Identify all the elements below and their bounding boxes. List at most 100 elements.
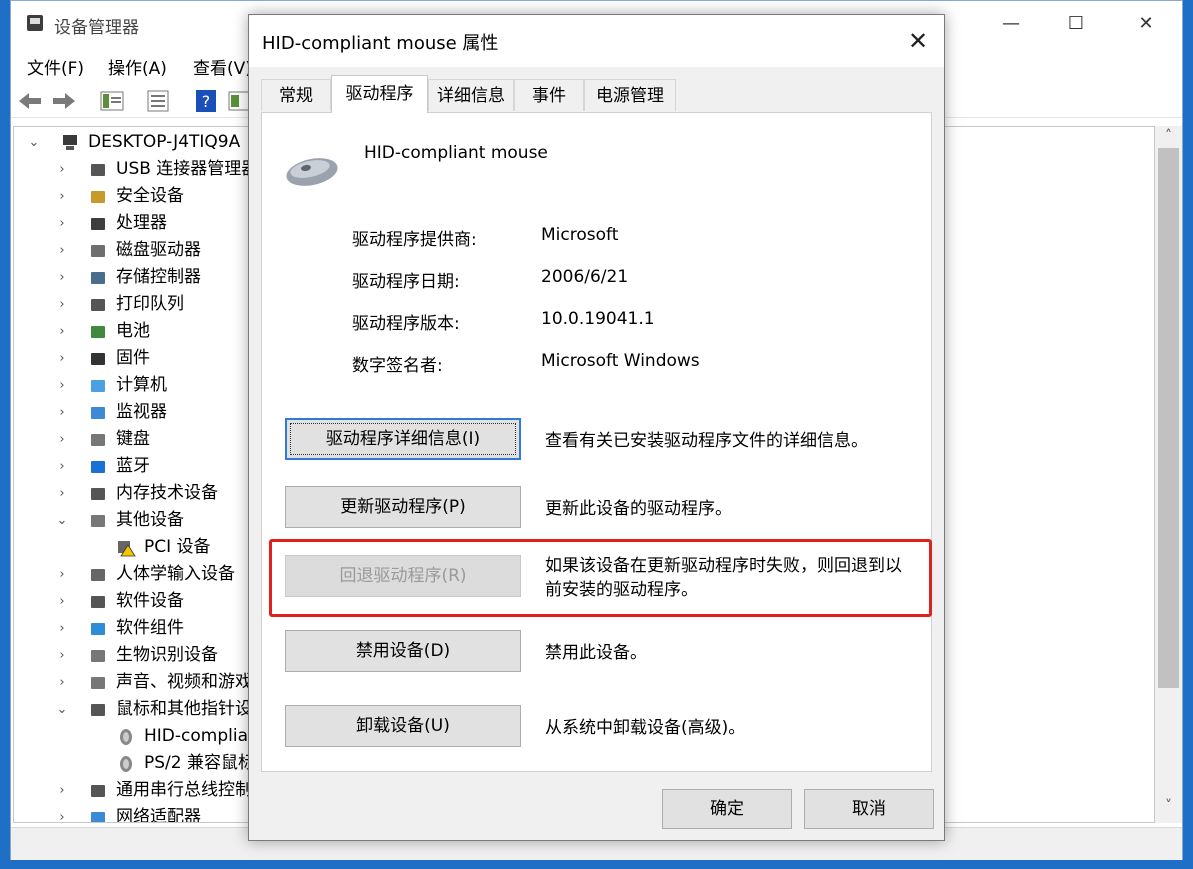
roll-back-driver-button[interactable]: 回退驱动程序(R) [285,555,521,597]
tree-item-label: 软件设备 [116,591,184,611]
chevron-right-icon[interactable]: › [54,804,70,822]
chevron-right-icon[interactable]: › [54,615,70,642]
tree-item-label: 磁盘驱动器 [116,240,201,260]
chevron-down-icon[interactable]: ⌄ [54,696,70,723]
device-category-icon [91,704,105,716]
tab-general[interactable]: 常规 [261,79,331,111]
driver-version-label: 驱动程序版本: [352,314,460,334]
device-category-icon [91,353,105,365]
chevron-right-icon[interactable]: › [54,480,70,507]
driver-date-label: 驱动程序日期: [352,272,460,292]
device-category-icon [91,812,105,822]
uninstall-device-button[interactable]: 卸载设备(U) [285,705,521,747]
driver-tab-panel: HID-compliant mouse 驱动程序提供商: Microsoft 驱… [261,112,932,772]
forward-arrow-icon[interactable] [51,89,77,113]
driver-date-value: 2006/6/21 [541,267,629,287]
tab-events[interactable]: 事件 [514,79,584,111]
svg-text:?: ? [202,92,211,111]
chevron-right-icon[interactable]: › [54,426,70,453]
chevron-right-icon[interactable]: › [54,237,70,264]
tree-item-label: PCI 设备 [144,537,211,557]
device-category-icon [91,380,105,392]
tree-item-label: 内存技术设备 [116,483,218,503]
driver-provider-label: 驱动程序提供商: [352,230,477,250]
chevron-right-icon[interactable]: › [54,561,70,588]
scroll-up-arrow[interactable]: ˄ [1155,128,1182,148]
tree-item-label: 打印队列 [116,294,184,314]
tree-item-label: 网络适配器 [116,807,201,823]
tab-power-management[interactable]: 电源管理 [584,79,676,111]
cancel-button[interactable]: 取消 [804,789,934,829]
maximize-button[interactable]: ☐ [1041,1,1111,47]
tree-item-label: 蓝牙 [116,456,150,476]
menu-view[interactable]: 查看(V) [193,54,252,79]
properties-icon[interactable] [145,89,171,113]
update-driver-button[interactable]: 更新驱动程序(P) [285,486,521,528]
device-category-icon [91,218,105,230]
chevron-right-icon[interactable]: › [54,669,70,696]
device-category-icon [91,191,105,203]
vertical-scrollbar[interactable]: ˄ ˅ [1155,126,1182,823]
device-category-icon [91,461,105,473]
tree-item-label: 键盘 [116,429,150,449]
chevron-right-icon[interactable]: › [54,318,70,345]
dialog-close-button[interactable]: ✕ [900,23,936,59]
tree-item-label: 安全设备 [116,186,184,206]
close-button[interactable]: ✕ [1111,1,1181,47]
chevron-right-icon[interactable]: › [54,777,70,804]
menu-file[interactable]: 文件(F) [27,54,84,79]
warning-icon [118,541,136,557]
tree-item-label: 鼠标和其他指针设备 [116,699,269,719]
device-category-icon [120,729,132,745]
chevron-down-icon[interactable]: ⌄ [54,507,70,534]
tree-item-label: 电池 [116,321,150,341]
computer-icon [63,135,77,150]
tree-item-label: 固件 [116,348,150,368]
scroll-thumb[interactable] [1158,148,1179,688]
device-category-icon [91,272,105,284]
chevron-right-icon[interactable]: › [54,588,70,615]
chevron-right-icon[interactable]: › [54,264,70,291]
chevron-right-icon[interactable]: › [54,345,70,372]
help-icon[interactable]: ? [193,89,219,113]
tree-item-label: USB 连接器管理器 [116,159,259,179]
menu-action[interactable]: 操作(A) [108,54,167,79]
tree-item-label: 人体学输入设备 [116,564,235,584]
chevron-right-icon[interactable]: › [54,642,70,669]
tree-item-label: 计算机 [116,375,167,395]
digital-signer-value: Microsoft Windows [541,351,700,371]
tree-item-label: 生物识别设备 [116,645,218,665]
scroll-down-arrow[interactable]: ˅ [1155,798,1182,818]
mouse-icon [286,158,338,186]
device-category-icon [120,756,132,772]
ok-button[interactable]: 确定 [662,789,792,829]
chevron-right-icon[interactable]: › [54,453,70,480]
back-arrow-icon[interactable] [17,89,43,113]
chevron-right-icon[interactable]: › [54,156,70,183]
device-category-icon [91,434,105,446]
driver-details-button[interactable]: 驱动程序详细信息(I) [285,418,521,460]
show-hide-tree-icon[interactable] [99,89,125,113]
tab-driver[interactable]: 驱动程序 [331,75,428,113]
tab-details[interactable]: 详细信息 [428,79,514,111]
tree-item-label: 监视器 [116,402,167,422]
minimize-button[interactable]: — [976,1,1046,47]
tree-item-label: 存储控制器 [116,267,201,287]
digital-signer-label: 数字签名者: [352,356,443,376]
chevron-right-icon[interactable]: › [54,372,70,399]
device-category-icon [91,623,105,635]
device-category-icon [91,569,105,581]
device-name: HID-compliant mouse [364,143,548,163]
chevron-down-icon[interactable]: ⌄ [26,129,42,156]
device-category-icon [91,299,105,311]
chevron-right-icon[interactable]: › [54,291,70,318]
tree-item-label: 软件组件 [116,618,184,638]
chevron-right-icon[interactable]: › [54,183,70,210]
device-category-icon [91,515,105,527]
chevron-right-icon[interactable]: › [54,399,70,426]
disable-device-button[interactable]: 禁用设备(D) [285,630,521,672]
chevron-right-icon[interactable]: › [54,210,70,237]
disable-device-desc: 禁用此设备。 [545,643,647,663]
device-manager-icon [27,15,43,31]
uninstall-device-desc: 从系统中卸载设备(高级)。 [545,718,746,738]
